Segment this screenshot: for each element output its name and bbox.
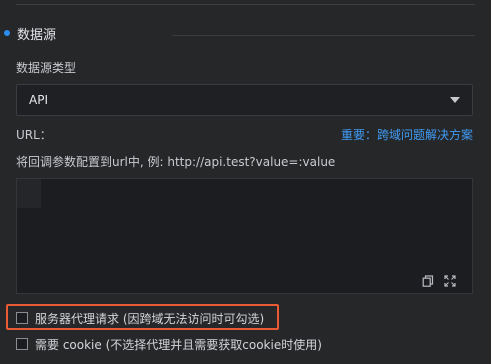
- cookie-label: 需要 cookie (不选择代理并且需要获取cookie时使用): [35, 337, 322, 352]
- url-code-editor[interactable]: [16, 178, 473, 294]
- source-type-label: 数据源类型: [16, 61, 77, 75]
- editor-toolbar: [422, 275, 456, 287]
- proxy-option[interactable]: 服务器代理请求 (因跨域无法访问时可勾选): [16, 309, 264, 327]
- source-type-value: API: [29, 93, 48, 107]
- section-divider: [172, 35, 475, 36]
- url-label: URL：: [16, 128, 52, 142]
- fullscreen-icon[interactable]: [444, 275, 456, 287]
- top-divider: [16, 4, 475, 5]
- section-header: 数据源: [4, 24, 57, 43]
- data-source-panel: 数据源 数据源类型 API URL： 重要：跨域问题解决方案 将回调参数配置到u…: [0, 0, 491, 364]
- source-type-select[interactable]: API: [16, 84, 473, 116]
- editor-gutter: [17, 179, 41, 208]
- url-hint: 将回调参数配置到url中, 例: http://api.test?value=:…: [16, 155, 336, 169]
- cookie-option[interactable]: 需要 cookie (不选择代理并且需要获取cookie时使用): [16, 335, 322, 353]
- proxy-checkbox[interactable]: [16, 312, 28, 324]
- copy-icon[interactable]: [422, 275, 434, 287]
- section-title: 数据源: [17, 27, 57, 43]
- cookie-checkbox[interactable]: [16, 338, 28, 350]
- bullet-dot-icon: [4, 30, 10, 36]
- chevron-down-icon: [450, 97, 460, 103]
- cors-solution-link[interactable]: 重要：跨域问题解决方案: [341, 126, 473, 143]
- proxy-label: 服务器代理请求 (因跨域无法访问时可勾选): [35, 311, 265, 326]
